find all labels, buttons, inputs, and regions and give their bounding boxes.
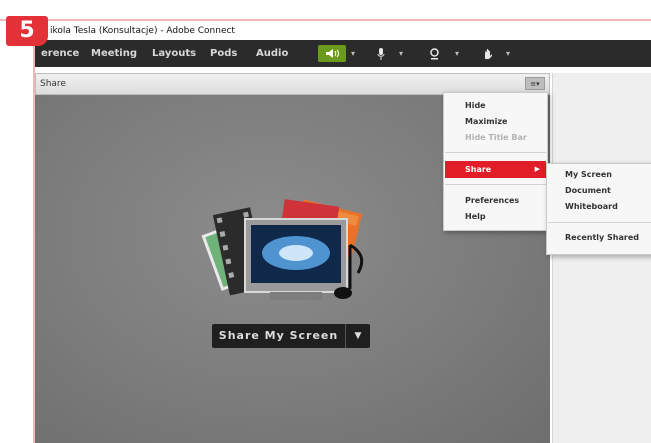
- share-submenu: My Screen Document Whiteboard Recently S…: [546, 163, 651, 255]
- webcam-options-chevron-icon[interactable]: ▾: [452, 45, 462, 62]
- menu-audio[interactable]: Audio: [256, 40, 288, 67]
- raise-hand-icon[interactable]: [480, 45, 496, 62]
- menu-item-share[interactable]: Share ▶: [445, 161, 546, 178]
- menu-item-hide-title-bar: Hide Title Bar: [465, 133, 527, 142]
- share-options-dropdown-icon[interactable]: ▼: [346, 324, 370, 348]
- menu-separator: [548, 222, 651, 223]
- share-my-screen-label[interactable]: Share My Screen: [212, 324, 346, 348]
- menu-separator: [445, 152, 546, 153]
- webcam-icon[interactable]: [426, 45, 442, 62]
- submenu-arrow-icon: ▶: [534, 165, 540, 173]
- step-number-badge: 5: [6, 16, 48, 46]
- callout-frame-top: [0, 19, 651, 21]
- submenu-item-whiteboard[interactable]: Whiteboard: [565, 202, 618, 211]
- menu-item-hide[interactable]: Hide: [465, 101, 486, 110]
- menu-conference[interactable]: erence: [41, 40, 79, 67]
- share-pod-title: Share: [40, 79, 66, 89]
- submenu-item-recently-shared[interactable]: Recently Shared: [565, 233, 639, 242]
- submenu-item-my-screen[interactable]: My Screen: [565, 170, 612, 179]
- menu-layouts[interactable]: Layouts: [152, 40, 196, 67]
- right-pod-area: [552, 73, 651, 443]
- share-media-illustration-icon: [201, 199, 364, 300]
- menu-meeting[interactable]: Meeting: [91, 40, 137, 67]
- menu-item-help[interactable]: Help: [465, 212, 486, 221]
- submenu-item-document[interactable]: Document: [565, 186, 611, 195]
- speaker-options-chevron-icon[interactable]: ▾: [348, 45, 358, 62]
- menu-bar: erence Meeting Layouts Pods Audio ▾ ▾ ▾ …: [35, 40, 651, 67]
- microphone-options-chevron-icon[interactable]: ▾: [396, 45, 406, 62]
- menu-pods[interactable]: Pods: [210, 40, 237, 67]
- menu-item-share-label: Share: [465, 165, 492, 174]
- window-title: ikola Tesla (Konsultacje) - Adobe Connec…: [48, 22, 651, 40]
- microphone-icon[interactable]: [373, 45, 389, 62]
- status-options-chevron-icon[interactable]: ▾: [503, 45, 513, 62]
- pod-options-menu-icon[interactable]: ≡▾: [525, 77, 545, 90]
- menu-item-maximize[interactable]: Maximize: [465, 117, 507, 126]
- menu-item-preferences[interactable]: Preferences: [465, 196, 519, 205]
- speaker-icon[interactable]: [318, 45, 346, 62]
- menu-separator: [445, 184, 546, 185]
- share-my-screen-button[interactable]: Share My Screen ▼: [212, 324, 370, 348]
- pod-options-menu: Hide Maximize Hide Title Bar Share ▶ Pre…: [443, 92, 548, 231]
